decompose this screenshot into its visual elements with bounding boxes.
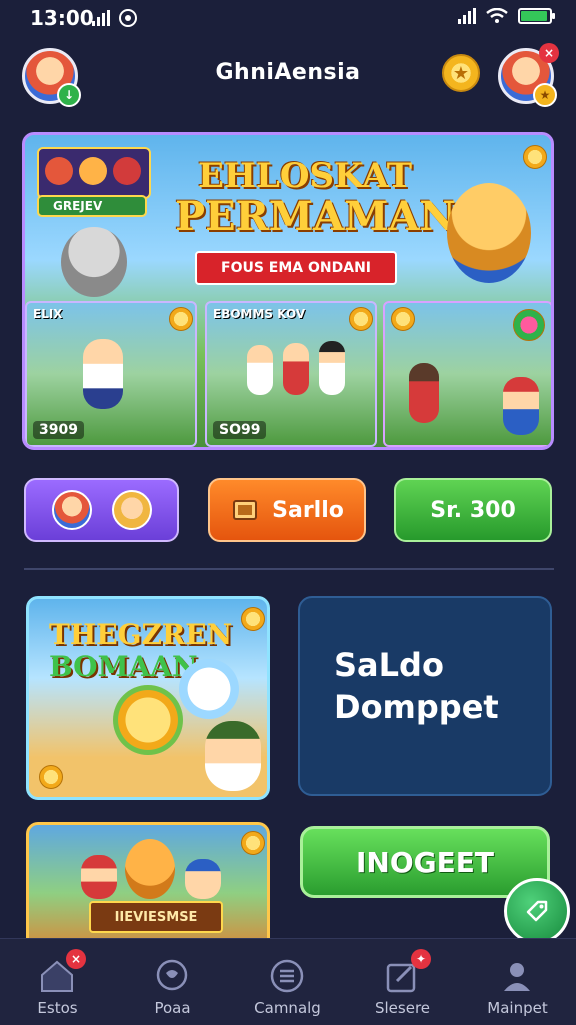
banner-ribbon: FOUS EMA ONDANI <box>195 251 397 285</box>
action-button-row: Sarllo Sr. 300 <box>24 478 554 544</box>
tab-badge: × <box>66 949 86 969</box>
status-time: 13:00 <box>30 6 94 30</box>
game-tile[interactable]: EBOMMS KOV SO99 <box>205 301 377 447</box>
location-icon <box>119 9 137 27</box>
tab-badge: ✦ <box>411 949 431 969</box>
app-header: ↓ GhniAensia ★ × ★ <box>0 40 576 112</box>
mascot-image <box>205 721 261 791</box>
profile-icon <box>504 963 530 991</box>
snowman-coin-image <box>179 659 239 719</box>
coin-icon <box>349 307 373 331</box>
coin-icon <box>39 765 63 789</box>
friend-avatar[interactable]: × ★ <box>498 43 559 107</box>
bottom-tab-bar: × Estos Poaa Camnalg ✦ Slesere Mainpet <box>0 938 576 1025</box>
coin-icon <box>241 607 265 631</box>
section-divider <box>24 568 554 570</box>
balance-button-label: Sr. 300 <box>430 497 516 523</box>
character-avatar-icon <box>51 490 92 530</box>
game-tile[interactable]: ELIX 3909 <box>25 301 197 447</box>
sun-coin-image <box>113 685 183 755</box>
coin-icon <box>523 145 547 169</box>
wallet-title: SaLdo Domppet <box>334 646 499 726</box>
mini-label: GREJEV <box>37 195 147 217</box>
cellular-icon <box>458 8 476 24</box>
tile-score: SO99 <box>213 421 267 439</box>
online-badge-icon: ↓ <box>57 83 81 107</box>
promo-card-secondary[interactable]: IIEVIESMSE <box>26 822 270 952</box>
tile-score: 3909 <box>33 421 84 439</box>
tab-estos[interactable]: × Estos <box>0 939 115 1025</box>
tab-camnalg[interactable]: Camnalg <box>230 939 345 1025</box>
promo2-label: IIEVIESMSE <box>89 901 223 933</box>
wifi-icon <box>486 8 508 23</box>
medal-icon <box>513 309 545 341</box>
coin-icon <box>391 307 415 331</box>
tab-poaa[interactable]: Poaa <box>115 939 230 1025</box>
coin-icon[interactable]: ★ <box>442 54 480 92</box>
signal-icon <box>92 10 110 26</box>
mascot-cat-image <box>447 183 531 283</box>
list-icon <box>270 959 304 993</box>
banner-title: EHLOSKAT PERMAMAN <box>175 156 456 240</box>
mini-characters-card <box>37 147 151 199</box>
coin-icon <box>241 831 265 855</box>
balance-button[interactable]: Sr. 300 <box>394 478 552 542</box>
tag-icon <box>526 900 548 922</box>
promo-card[interactable]: THEGZREN BOMAAN <box>26 596 270 800</box>
sarllo-button-label: Sarllo <box>272 497 344 523</box>
status-bar: 13:00 <box>0 0 576 36</box>
character-avatar-icon <box>111 490 152 530</box>
tab-mainpet[interactable]: Mainpet <box>460 939 575 1025</box>
tab-slesere[interactable]: ✦ Slesere <box>345 939 460 1025</box>
notification-badge: × <box>539 43 559 63</box>
characters-button[interactable] <box>24 478 179 542</box>
coin-icon <box>169 307 193 331</box>
sarllo-button[interactable]: Sarllo <box>208 478 366 542</box>
app-title: GhniAensia <box>215 60 361 85</box>
wallet-balance-card[interactable]: SaLdo Domppet <box>298 596 552 796</box>
battery-icon <box>518 8 555 24</box>
ticket-icon <box>233 500 258 520</box>
featured-banner[interactable]: GREJEV EHLOSKAT PERMAMAN FOUS EMA ONDANI… <box>22 132 554 450</box>
star-badge-icon: ★ <box>533 83 557 107</box>
game-tile[interactable] <box>383 301 551 447</box>
heart-chat-icon <box>156 959 188 991</box>
floating-action-button[interactable] <box>504 878 570 944</box>
mascot-dog-image <box>61 227 127 297</box>
